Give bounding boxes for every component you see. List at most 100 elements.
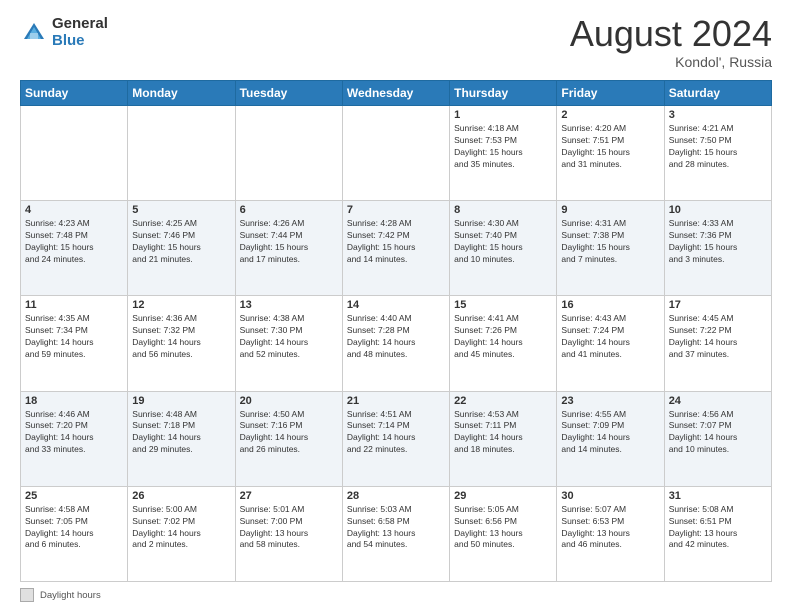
day-number: 13 [240, 299, 338, 311]
logo-icon [20, 19, 48, 47]
day-number: 2 [561, 109, 659, 121]
col-header-thursday: Thursday [450, 81, 557, 106]
logo-general-text: General [52, 16, 108, 33]
day-cell-17: 17Sunrise: 4:45 AM Sunset: 7:22 PM Dayli… [664, 296, 771, 391]
day-info: Sunrise: 4:58 AM Sunset: 7:05 PM Dayligh… [25, 504, 123, 552]
day-info: Sunrise: 4:41 AM Sunset: 7:26 PM Dayligh… [454, 313, 552, 361]
day-number: 29 [454, 490, 552, 502]
day-number: 17 [669, 299, 767, 311]
day-info: Sunrise: 5:01 AM Sunset: 7:00 PM Dayligh… [240, 504, 338, 552]
day-number: 16 [561, 299, 659, 311]
day-info: Sunrise: 4:48 AM Sunset: 7:18 PM Dayligh… [132, 409, 230, 457]
day-number: 5 [132, 204, 230, 216]
day-info: Sunrise: 4:23 AM Sunset: 7:48 PM Dayligh… [25, 218, 123, 266]
day-info: Sunrise: 4:30 AM Sunset: 7:40 PM Dayligh… [454, 218, 552, 266]
day-number: 11 [25, 299, 123, 311]
col-header-wednesday: Wednesday [342, 81, 449, 106]
day-number: 3 [669, 109, 767, 121]
day-number: 6 [240, 204, 338, 216]
day-number: 7 [347, 204, 445, 216]
day-number: 19 [132, 395, 230, 407]
day-cell-21: 21Sunrise: 4:51 AM Sunset: 7:14 PM Dayli… [342, 391, 449, 486]
day-number: 24 [669, 395, 767, 407]
day-info: Sunrise: 4:56 AM Sunset: 7:07 PM Dayligh… [669, 409, 767, 457]
day-info: Sunrise: 4:50 AM Sunset: 7:16 PM Dayligh… [240, 409, 338, 457]
day-number: 23 [561, 395, 659, 407]
day-number: 30 [561, 490, 659, 502]
day-number: 15 [454, 299, 552, 311]
day-cell-5: 5 Sunrise: 4:25 AM Sunset: 7:46 PM Daylig… [128, 201, 235, 296]
logo-blue-text: Blue [52, 33, 108, 50]
day-cell-6: 6 Sunrise: 4:26 AM Sunset: 7:44 PM Daylig… [235, 201, 342, 296]
day-cell-15: 15 Sunrise: 4:41 AM Sunset: 7:26 PM Dayli… [450, 296, 557, 391]
day-cell-19: 19 Sunrise: 4:48 AM Sunset: 7:18 PM Dayli… [128, 391, 235, 486]
day-info: Sunrise: 4:55 AM Sunset: 7:09 PM Dayligh… [561, 409, 659, 457]
day-info: Sunrise: 4:33 AM Sunset: 7:36 PM Dayligh… [669, 218, 767, 266]
month-title: August 2024 [570, 16, 772, 52]
location: Kondol', Russia [570, 54, 772, 70]
footer: Daylight hours [20, 588, 772, 602]
day-info: Sunrise: 4:31 AM Sunset: 7:38 PM Dayligh… [561, 218, 659, 266]
logo: General Blue [20, 16, 108, 49]
day-number: 18 [25, 395, 123, 407]
day-info: Sunrise: 5:07 AM Sunset: 6:53 PM Dayligh… [561, 504, 659, 552]
col-header-sunday: Sunday [21, 81, 128, 106]
day-info: Sunrise: 4:28 AM Sunset: 7:42 PM Dayligh… [347, 218, 445, 266]
day-cell-23: 23 Sunrise: 4:55 AM Sunset: 7:09 PM Dayli… [557, 391, 664, 486]
day-number: 4 [25, 204, 123, 216]
day-number: 26 [132, 490, 230, 502]
day-cell-13: 13Sunrise: 4:38 AM Sunset: 7:30 PM Dayli… [235, 296, 342, 391]
day-cell-25: 25 Sunrise: 4:58 AM Sunset: 7:05 PM Dayli… [21, 486, 128, 581]
day-info: Sunrise: 4:43 AM Sunset: 7:24 PM Dayligh… [561, 313, 659, 361]
day-cell-12: 12 Sunrise: 4:36 AM Sunset: 7:32 PM Dayli… [128, 296, 235, 391]
day-number: 22 [454, 395, 552, 407]
title-block: August 2024 Kondol', Russia [570, 16, 772, 70]
page: General Blue August 2024 Kondol', Russia… [0, 0, 792, 612]
day-info: Sunrise: 5:03 AM Sunset: 6:58 PM Dayligh… [347, 504, 445, 552]
day-cell-26: 26 Sunrise: 5:00 AM Sunset: 7:02 PM Dayli… [128, 486, 235, 581]
day-info: Sunrise: 4:18 AM Sunset: 7:53 PM Dayligh… [454, 123, 552, 171]
week-row-2: 4 Sunrise: 4:23 AM Sunset: 7:48 PM Daylig… [21, 201, 772, 296]
week-row-4: 18 Sunrise: 4:46 AM Sunset: 7:20 PM Dayli… [21, 391, 772, 486]
day-cell-16: 16 Sunrise: 4:43 AM Sunset: 7:24 PM Dayli… [557, 296, 664, 391]
day-cell-empty-2 [235, 106, 342, 201]
day-cell-29: 29 Sunrise: 5:05 AM Sunset: 6:56 PM Dayli… [450, 486, 557, 581]
day-info: Sunrise: 5:08 AM Sunset: 6:51 PM Dayligh… [669, 504, 767, 552]
day-info: Sunrise: 4:51 AM Sunset: 7:14 PM Dayligh… [347, 409, 445, 457]
week-row-3: 11 Sunrise: 4:35 AM Sunset: 7:34 PM Dayli… [21, 296, 772, 391]
day-cell-10: 10 Sunrise: 4:33 AM Sunset: 7:36 PM Dayli… [664, 201, 771, 296]
day-number: 25 [25, 490, 123, 502]
header: General Blue August 2024 Kondol', Russia [20, 16, 772, 70]
day-cell-11: 11 Sunrise: 4:35 AM Sunset: 7:34 PM Dayli… [21, 296, 128, 391]
day-cell-4: 4 Sunrise: 4:23 AM Sunset: 7:48 PM Daylig… [21, 201, 128, 296]
day-number: 20 [240, 395, 338, 407]
day-cell-empty-0 [21, 106, 128, 201]
day-cell-28: 28Sunrise: 5:03 AM Sunset: 6:58 PM Dayli… [342, 486, 449, 581]
day-cell-14: 14Sunrise: 4:40 AM Sunset: 7:28 PM Dayli… [342, 296, 449, 391]
logo-text: General Blue [52, 16, 108, 49]
day-number: 12 [132, 299, 230, 311]
day-info: Sunrise: 4:25 AM Sunset: 7:46 PM Dayligh… [132, 218, 230, 266]
day-number: 31 [669, 490, 767, 502]
day-number: 8 [454, 204, 552, 216]
col-header-friday: Friday [557, 81, 664, 106]
day-info: Sunrise: 5:00 AM Sunset: 7:02 PM Dayligh… [132, 504, 230, 552]
day-info: Sunrise: 4:36 AM Sunset: 7:32 PM Dayligh… [132, 313, 230, 361]
day-cell-1: 1Sunrise: 4:18 AM Sunset: 7:53 PM Daylig… [450, 106, 557, 201]
col-header-tuesday: Tuesday [235, 81, 342, 106]
day-number: 10 [669, 204, 767, 216]
day-number: 14 [347, 299, 445, 311]
day-cell-8: 8 Sunrise: 4:30 AM Sunset: 7:40 PM Daylig… [450, 201, 557, 296]
day-number: 9 [561, 204, 659, 216]
day-cell-27: 27 Sunrise: 5:01 AM Sunset: 7:00 PM Dayli… [235, 486, 342, 581]
footer-box [20, 588, 34, 602]
day-number: 27 [240, 490, 338, 502]
day-info: Sunrise: 4:46 AM Sunset: 7:20 PM Dayligh… [25, 409, 123, 457]
day-cell-18: 18 Sunrise: 4:46 AM Sunset: 7:20 PM Dayli… [21, 391, 128, 486]
day-cell-9: 9 Sunrise: 4:31 AM Sunset: 7:38 PM Daylig… [557, 201, 664, 296]
day-info: Sunrise: 4:26 AM Sunset: 7:44 PM Dayligh… [240, 218, 338, 266]
day-info: Sunrise: 4:21 AM Sunset: 7:50 PM Dayligh… [669, 123, 767, 171]
day-info: Sunrise: 4:35 AM Sunset: 7:34 PM Dayligh… [25, 313, 123, 361]
day-info: Sunrise: 5:05 AM Sunset: 6:56 PM Dayligh… [454, 504, 552, 552]
day-cell-empty-3 [342, 106, 449, 201]
